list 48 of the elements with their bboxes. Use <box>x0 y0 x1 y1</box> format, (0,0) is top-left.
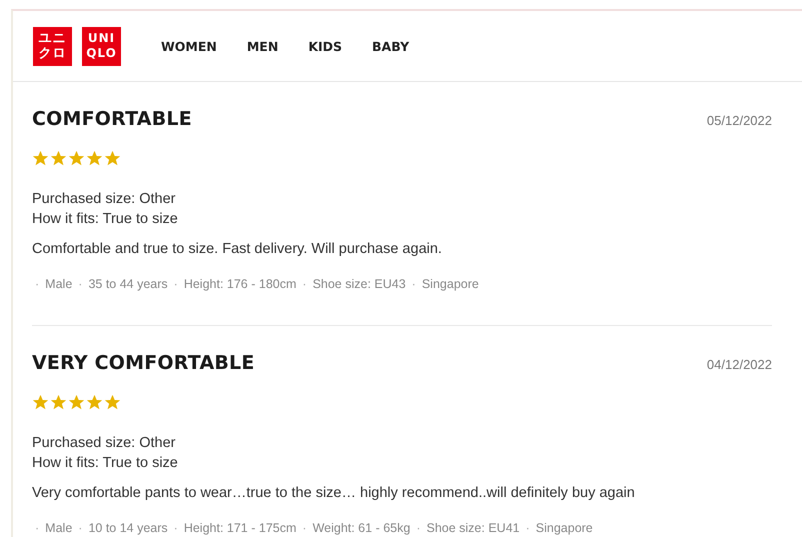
reviewer-detail: 10 to 14 years <box>88 521 168 535</box>
reviewer-detail: Singapore <box>536 521 593 535</box>
reviewer-detail: Weight: 61 - 65kg <box>312 521 410 535</box>
nav-link[interactable]: KIDS <box>308 38 342 54</box>
reviewer-detail: 35 to 44 years <box>88 277 168 291</box>
fit-note: How it fits: True to size <box>32 454 179 473</box>
separator-dot: · <box>78 521 82 535</box>
star-icon <box>50 150 67 167</box>
separator-dot: · <box>174 277 178 291</box>
separator-dot: · <box>416 521 420 535</box>
star-icon <box>104 150 121 167</box>
separator-dot: · <box>35 521 40 535</box>
reviewer-detail: Height: 171 - 175cm <box>184 521 296 535</box>
star-icon <box>86 150 103 167</box>
separator-dot: · <box>302 521 307 535</box>
separator-dot: · <box>302 277 307 291</box>
separator-dot: · <box>78 277 82 291</box>
purchased-size: Purchased size: Other <box>32 190 176 209</box>
separator-dot: · <box>35 277 40 291</box>
reviewer-detail: Male <box>45 521 72 535</box>
review-title: VERY COMFORTABLE <box>32 352 255 374</box>
nav-link[interactable]: BABY <box>372 38 410 54</box>
star-icon <box>32 150 49 167</box>
fit-note: How it fits: True to size <box>32 210 179 229</box>
star-icon <box>32 394 49 411</box>
nav-link[interactable]: WOMEN <box>161 38 217 54</box>
review-date: 04/12/2022 <box>706 357 772 372</box>
reviewer-detail: Singapore <box>422 277 479 291</box>
star-icon <box>68 394 85 411</box>
star-icon <box>86 394 103 411</box>
reviewer-detail: Shoe size: EU41 <box>426 521 520 535</box>
star-icon <box>50 394 67 411</box>
logo-wordmark[interactable]: UNI QLO <box>82 26 121 66</box>
review-text: Very comfortable pants to wear…true to the size… highly recommend..will definitely buy again <box>32 485 636 501</box>
logo-katakana[interactable]: ユニ クロ <box>33 26 72 66</box>
separator-dot: · <box>174 521 178 535</box>
separator-dot: · <box>526 521 530 535</box>
review-date: 05/12/2022 <box>706 113 772 128</box>
reviewer-detail: Height: 176 - 180cm <box>184 277 296 291</box>
reviewer-detail: Male <box>45 277 72 291</box>
star-icon <box>104 394 121 411</box>
purchased-size: Purchased size: Other <box>32 434 176 453</box>
review-title: COMFORTABLE <box>32 108 192 130</box>
reviewer-detail: Shoe size: EU43 <box>312 277 406 291</box>
nav-link[interactable]: MEN <box>246 38 278 54</box>
review-text: Comfortable and true to size. Fast delivery. Will purchase again. <box>32 241 443 257</box>
star-icon <box>68 150 85 167</box>
separator-dot: · <box>412 277 416 291</box>
